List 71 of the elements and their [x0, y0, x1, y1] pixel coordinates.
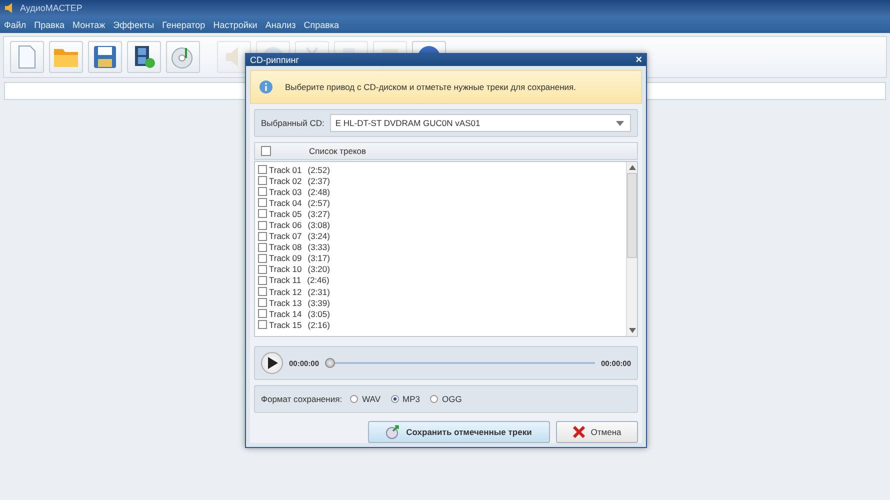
menu-item[interactable]: Настройки [213, 20, 258, 30]
format-label: Формат сохранения: [261, 394, 342, 404]
track-name: Track 02 [269, 176, 302, 186]
track-name: Track 08 [269, 242, 302, 252]
toolbar-button[interactable] [127, 41, 161, 73]
track-duration: (3:20) [308, 264, 330, 274]
film-add-icon [132, 45, 156, 69]
cross-icon [572, 426, 585, 438]
track-duration: (3:24) [308, 231, 330, 242]
track-name: Track 15 [269, 320, 302, 330]
close-button[interactable]: × [636, 54, 642, 66]
track-duration: (3:27) [308, 208, 330, 219]
track-list-title: Список треков [309, 146, 366, 156]
toolbar-button[interactable] [88, 41, 122, 73]
track-duration: (2:48) [308, 186, 330, 197]
music-disc-icon [171, 45, 195, 69]
track-duration: (3:05) [308, 308, 330, 319]
menu-item[interactable]: Правка [34, 20, 65, 30]
track-duration: (2:57) [308, 198, 330, 208]
track-name: Track 12 [269, 286, 302, 297]
info-icon [259, 80, 273, 94]
scroll-up-icon [628, 165, 636, 170]
folder-icon [53, 46, 79, 68]
format-option-label[interactable]: MP3 [402, 394, 420, 404]
format-radio[interactable] [350, 395, 358, 403]
track-duration: (3:08) [308, 220, 330, 230]
menu-item[interactable]: Генератор [162, 20, 206, 30]
dropdown-arrow-icon [616, 120, 624, 126]
track-duration: (3:39) [308, 298, 330, 308]
track-name: Track 05 [269, 208, 302, 219]
track-name: Track 06 [269, 220, 302, 230]
track-name: Track 03 [269, 186, 302, 197]
play-button[interactable] [261, 352, 283, 374]
menu-item[interactable]: Эффекты [113, 20, 154, 30]
scrollbar[interactable] [626, 162, 637, 336]
menu-item[interactable]: Файл [4, 20, 26, 30]
track-name: Track 07 [269, 231, 302, 242]
select-all-checkbox[interactable] [261, 146, 271, 156]
track-duration: (2:37) [308, 176, 330, 186]
track-name: Track 04 [269, 198, 302, 208]
seek-thumb[interactable] [325, 358, 336, 368]
track-name: Track 09 [269, 253, 302, 264]
format-radio[interactable] [430, 395, 438, 403]
scrollbar-thumb[interactable] [627, 173, 637, 258]
track-name: Track 11 [269, 275, 302, 286]
document-icon [16, 45, 38, 69]
scroll-down-icon [628, 328, 636, 333]
play-icon [268, 357, 278, 369]
track-duration: (3:17) [308, 253, 330, 264]
track-name: Track 13 [269, 298, 302, 308]
track-name: Track 01 [269, 164, 302, 175]
format-option-label[interactable]: OGG [442, 394, 462, 404]
track-name: Track 14 [269, 308, 302, 319]
drive-dropdown[interactable]: E HL-DT-ST DVDRAM GUC0N vAS01 [330, 114, 631, 132]
cancel-button[interactable]: Отмена [556, 421, 638, 443]
dialog-title: CD-риппинг [250, 55, 300, 65]
track-name: Track 10 [269, 264, 302, 274]
window-title: АудиоМАСТЕР [20, 3, 82, 13]
format-option-label[interactable]: WAV [362, 394, 380, 404]
drive-label: Выбранный CD: [261, 118, 324, 128]
track-duration: (2:16) [308, 320, 330, 330]
track-duration: (2:46) [307, 275, 330, 286]
track-duration: (2:52) [308, 164, 330, 175]
menu-item[interactable]: Монтаж [72, 20, 106, 30]
menu-item[interactable]: Справка [304, 20, 340, 30]
menu-item[interactable]: Анализ [265, 20, 296, 30]
save-tracks-button[interactable]: Сохранить отмеченные треки [368, 421, 550, 443]
format-radio[interactable] [390, 395, 398, 403]
track-duration: (3:33) [308, 242, 330, 252]
info-text: Выберите привод с CD-диском и отметьте нужные треки для сохранения. [285, 82, 576, 92]
track-duration: (2:31) [308, 286, 330, 297]
